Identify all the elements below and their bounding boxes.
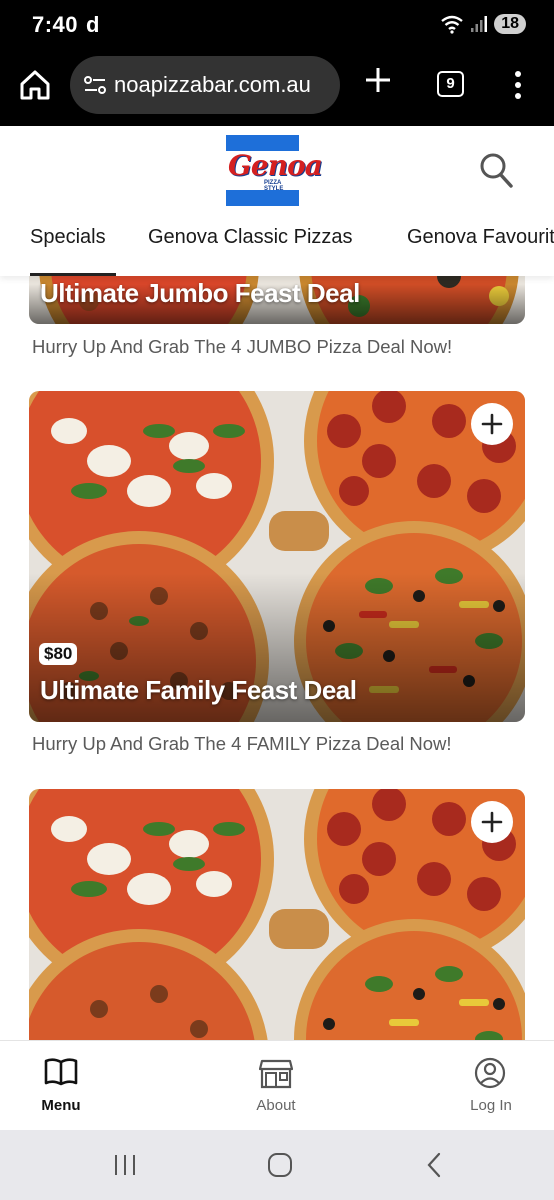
book-icon [44,1058,78,1086]
bottom-navigation: Menu About Log In [0,1040,554,1130]
store-icon [259,1059,293,1089]
deal-card[interactable]: Ultimate Jumbo Feast Deal [29,276,525,324]
nav-menu[interactable]: Menu [1,1041,121,1131]
plus-icon [481,811,503,833]
deal-description: Hurry Up And Grab The 4 JUMBO Pizza Deal… [32,336,453,357]
deal-description: Hurry Up And Grab The 4 FAMILY Pizza Dea… [32,733,452,754]
account-icon [474,1057,506,1089]
nav-login-label: Log In [470,1097,512,1114]
site-settings-icon[interactable] [84,75,106,95]
wifi-icon [441,15,463,34]
nav-login[interactable]: Log In [431,1041,551,1131]
logo-subtext: PIZZA STYLE [264,180,284,192]
add-to-cart-button[interactable] [471,801,513,843]
deals-list: Ultimate Jumbo Feast Deal Hurry Up And G… [0,276,554,1040]
pizza-image [29,789,525,1040]
status-icons: 18 [440,14,526,34]
price-badge: $80 [39,643,78,665]
tab-genova-favourites[interactable]: Genova Favourites [407,226,554,249]
logo[interactable]: Genoa PIZZA STYLE [226,135,323,206]
url-text: noapizzabar.com.au [114,72,311,97]
category-tabs: Specials Genova Classic Pizzas Genova Fa… [0,220,554,276]
logo-text: Genoa [228,149,323,182]
home-circle-icon[interactable] [267,1152,293,1178]
status-extra-icon: d [86,12,100,37]
deal-title: Ultimate Jumbo Feast Deal [40,278,360,308]
tab-specials[interactable]: Specials [30,226,106,249]
tab-switcher-button[interactable]: 9 [437,71,464,97]
back-icon[interactable] [425,1152,443,1178]
browser-toolbar: noapizzabar.com.au 9 [0,52,554,126]
status-bar: 7:40 d 18 [0,0,554,52]
status-time: 7:40 [32,12,79,37]
nav-about[interactable]: About [216,1041,336,1131]
tab-genova-classic-pizzas[interactable]: Genova Classic Pizzas [148,226,353,249]
android-navigation-bar [0,1130,554,1200]
more-vert-icon[interactable] [510,70,526,100]
nav-menu-label: Menu [41,1097,81,1114]
battery-indicator: 18 [494,14,526,34]
site-header: Genoa PIZZA STYLE Specials Genova Classi… [0,126,554,276]
logo-stripe-bottom [226,190,299,206]
plus-icon [481,413,503,435]
address-bar[interactable]: noapizzabar.com.au [70,56,340,114]
active-tab-indicator [30,273,116,276]
nav-about-label: About [256,1097,296,1114]
deal-title: Ultimate Family Feast Deal [40,675,357,705]
add-to-cart-button[interactable] [471,403,513,445]
plus-icon[interactable] [364,66,392,94]
deal-card[interactable]: $80 Ultimate Family Feast Deal [29,391,525,722]
home-icon[interactable] [18,68,52,102]
deal-card[interactable] [29,789,525,1040]
signal-icon [471,16,488,32]
search-icon[interactable] [478,151,514,189]
recents-icon[interactable] [112,1153,138,1177]
